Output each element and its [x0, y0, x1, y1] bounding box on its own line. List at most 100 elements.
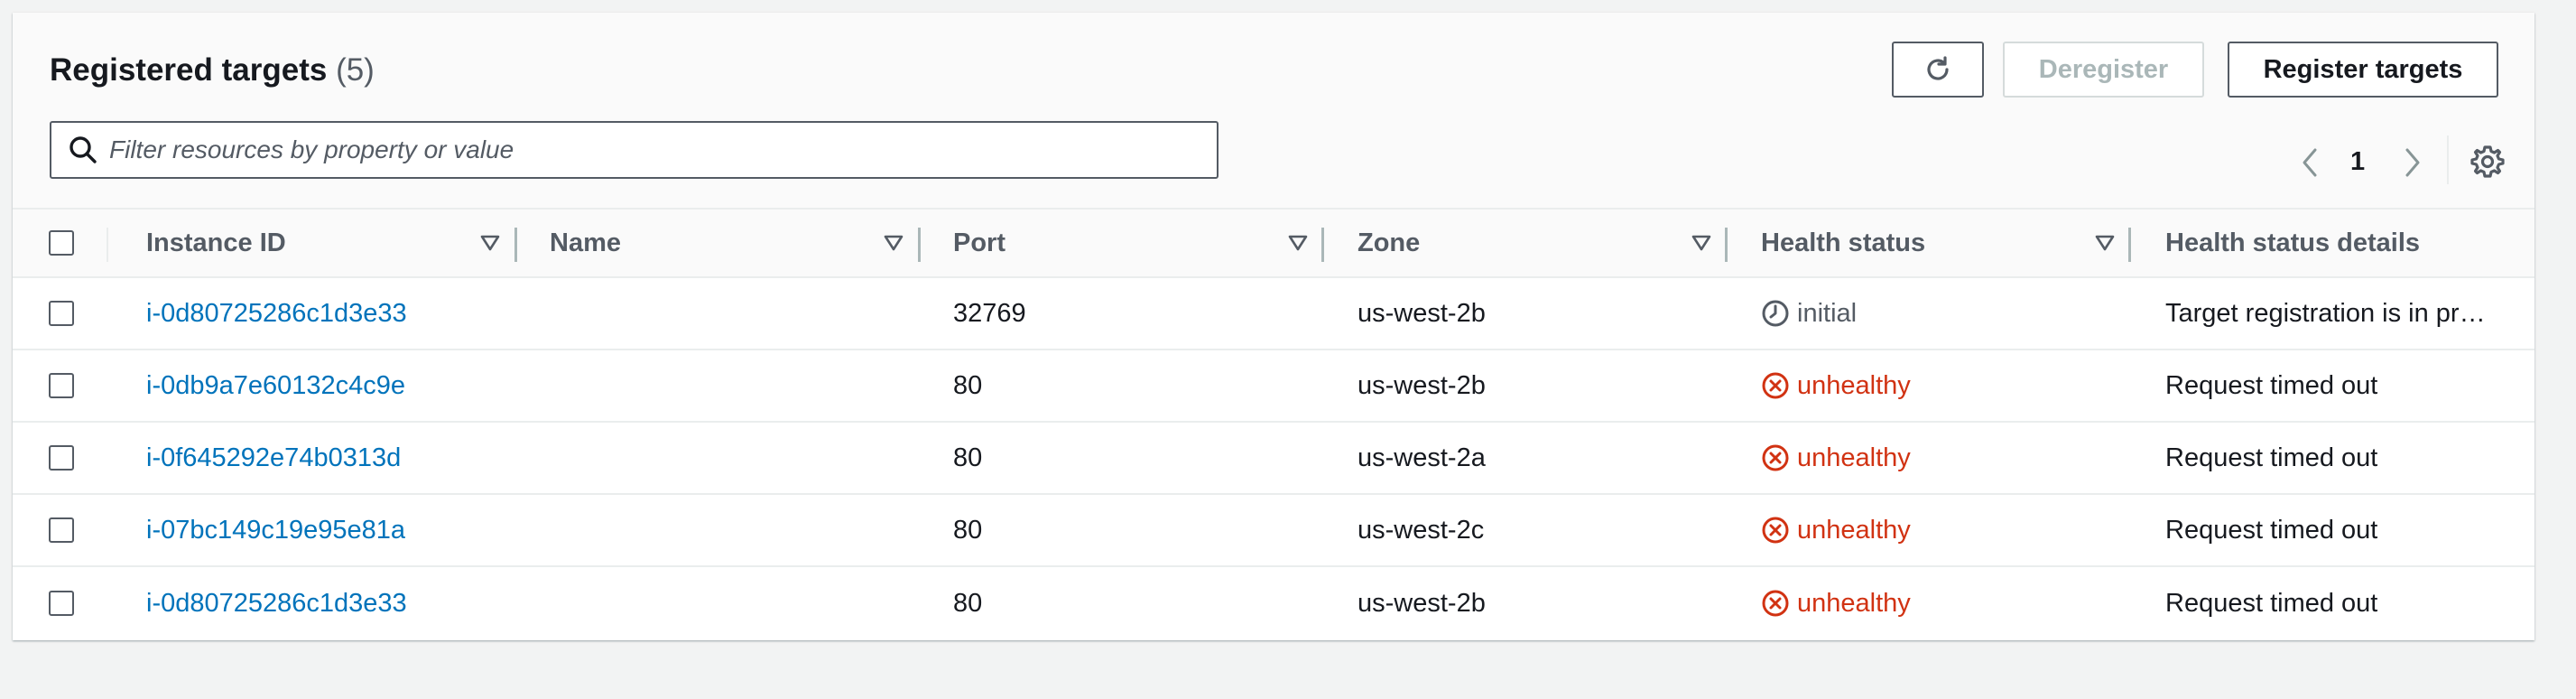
health-details-cell: Target registration is in pr…: [2165, 278, 2499, 349]
zone-cell: us-west-2b: [1357, 567, 1486, 639]
health-status-cell: unhealthy: [1761, 350, 1911, 421]
search-icon: [69, 136, 97, 163]
deregister-button[interactable]: Deregister: [2003, 42, 2204, 98]
health-status-indicator: unhealthy: [1761, 443, 1911, 473]
row-select-cell: [49, 350, 74, 421]
instance-id-link[interactable]: i-0d80725286c1d3e33: [146, 299, 407, 329]
column-resize-handle[interactable]: [514, 228, 517, 262]
zone-cell: us-west-2b: [1357, 350, 1486, 421]
sort-caret-icon[interactable]: [1288, 235, 1308, 251]
health-details-cell: Request timed out: [2165, 567, 2499, 639]
column-resize-handle[interactable]: [1321, 228, 1324, 262]
row-checkbox[interactable]: [49, 301, 74, 326]
health-status-indicator: unhealthy: [1761, 516, 1911, 545]
row-checkbox[interactable]: [49, 373, 74, 398]
error-circle-icon: [1762, 517, 1789, 544]
port-value: 32769: [953, 298, 1026, 328]
port-cell: 80: [953, 495, 982, 565]
port-cell: 80: [953, 567, 982, 639]
select-all-cell: [49, 210, 74, 276]
health-details-cell: Request timed out: [2165, 495, 2499, 565]
error-circle-icon: [1762, 590, 1789, 617]
row-checkbox[interactable]: [49, 517, 74, 543]
current-page-number[interactable]: 1: [2350, 144, 2365, 180]
table-header: Instance ID Name Port Zone Health status…: [13, 208, 2534, 278]
instance-id-link[interactable]: i-0db9a7e60132c4c9e: [146, 371, 405, 401]
port-value: 80: [953, 443, 983, 472]
health-status-cell: unhealthy: [1761, 567, 1911, 639]
instance-id-link[interactable]: i-0d80725286c1d3e33: [146, 589, 407, 619]
column-resize-handle[interactable]: [918, 228, 921, 262]
health-status-text: unhealthy: [1797, 515, 1911, 545]
clock-icon: [1762, 300, 1789, 327]
health-status-indicator: unhealthy: [1761, 589, 1911, 619]
column-resize-handle[interactable]: [1725, 228, 1728, 262]
health-status-text: unhealthy: [1797, 443, 1911, 472]
column-label: Name: [550, 228, 621, 257]
row-checkbox[interactable]: [49, 591, 74, 616]
health-details-text: Request timed out: [2165, 515, 2378, 545]
settings-gear-icon[interactable]: [2469, 144, 2506, 180]
row-checkbox[interactable]: [49, 445, 74, 471]
row-select-cell: [49, 423, 74, 493]
health-details-cell: Request timed out: [2165, 423, 2499, 493]
port-value: 80: [953, 370, 983, 400]
row-select-cell: [49, 278, 74, 349]
column-header-health-status[interactable]: Health status: [1761, 210, 1925, 276]
refresh-button[interactable]: [1892, 42, 1984, 98]
search-input[interactable]: Filter resources by property or value: [50, 121, 1219, 179]
previous-page-icon[interactable]: [2297, 144, 2322, 181]
header-divider: [107, 228, 108, 262]
column-header-name[interactable]: Name: [550, 210, 621, 276]
error-circle-icon: [1762, 444, 1789, 471]
instance-id-link[interactable]: i-0f645292e74b0313d: [146, 443, 401, 473]
table-row[interactable]: i-07bc149c19e95e81a 80 us-west-2c unhealthy…: [13, 495, 2534, 567]
health-status-text: initial: [1797, 298, 1858, 328]
targets-table: Instance ID Name Port Zone Health status…: [13, 208, 2534, 639]
page-title: Registered targets (5): [50, 49, 375, 92]
zone-value: us-west-2c: [1357, 515, 1485, 545]
port-value: 80: [953, 588, 983, 618]
health-status-text: unhealthy: [1797, 588, 1911, 618]
table-body: i-0d80725286c1d3e33 32769 us-west-2b initia…: [13, 278, 2534, 639]
select-all-checkbox[interactable]: [49, 230, 74, 256]
next-page-icon[interactable]: [2400, 144, 2425, 181]
zone-value: us-west-2b: [1357, 298, 1486, 328]
health-details-text: Target registration is in pr…: [2165, 298, 2486, 328]
column-header-zone[interactable]: Zone: [1357, 210, 1420, 276]
instance-id-cell: i-0d80725286c1d3e33: [146, 567, 407, 639]
zone-cell: us-west-2a: [1357, 423, 1486, 493]
row-select-cell: [49, 495, 74, 565]
zone-value: us-west-2b: [1357, 370, 1486, 400]
table-row[interactable]: i-0d80725286c1d3e33 32769 us-west-2b initia…: [13, 278, 2534, 350]
table-row[interactable]: i-0d80725286c1d3e33 80 us-west-2b unhealthy…: [13, 567, 2534, 639]
refresh-icon: [1927, 56, 1949, 80]
target-count: (5): [336, 52, 375, 88]
sort-caret-icon[interactable]: [1691, 235, 1711, 251]
sort-caret-icon[interactable]: [884, 235, 903, 251]
health-status-cell: unhealthy: [1761, 423, 1911, 493]
search-placeholder: Filter resources by property or value: [109, 135, 514, 163]
instance-id-link[interactable]: i-07bc149c19e95e81a: [146, 516, 405, 545]
zone-value: us-west-2a: [1357, 443, 1486, 472]
sort-caret-icon[interactable]: [480, 235, 500, 251]
title-text: Registered targets: [50, 52, 328, 88]
row-select-cell: [49, 567, 74, 639]
port-value: 80: [953, 515, 983, 545]
table-row[interactable]: i-0f645292e74b0313d 80 us-west-2a unhealthy…: [13, 423, 2534, 495]
column-header-instance-id[interactable]: Instance ID: [146, 210, 286, 276]
table-row[interactable]: i-0db9a7e60132c4c9e 80 us-west-2b unhealthy…: [13, 350, 2534, 423]
column-header-port[interactable]: Port: [953, 210, 1005, 276]
column-header-health-status-details[interactable]: Health status details: [2165, 210, 2499, 276]
column-label: Zone: [1357, 228, 1421, 257]
instance-id-cell: i-0f645292e74b0313d: [146, 423, 401, 493]
health-details-cell: Request timed out: [2165, 350, 2499, 421]
zone-value: us-west-2b: [1357, 588, 1486, 618]
sort-caret-icon[interactable]: [2095, 235, 2115, 251]
zone-cell: us-west-2b: [1357, 278, 1486, 349]
instance-id-cell: i-0db9a7e60132c4c9e: [146, 350, 405, 421]
port-cell: 32769: [953, 278, 1026, 349]
health-status-text: unhealthy: [1797, 370, 1911, 400]
register-targets-button[interactable]: Register targets: [2228, 42, 2498, 98]
column-resize-handle[interactable]: [2128, 228, 2131, 262]
